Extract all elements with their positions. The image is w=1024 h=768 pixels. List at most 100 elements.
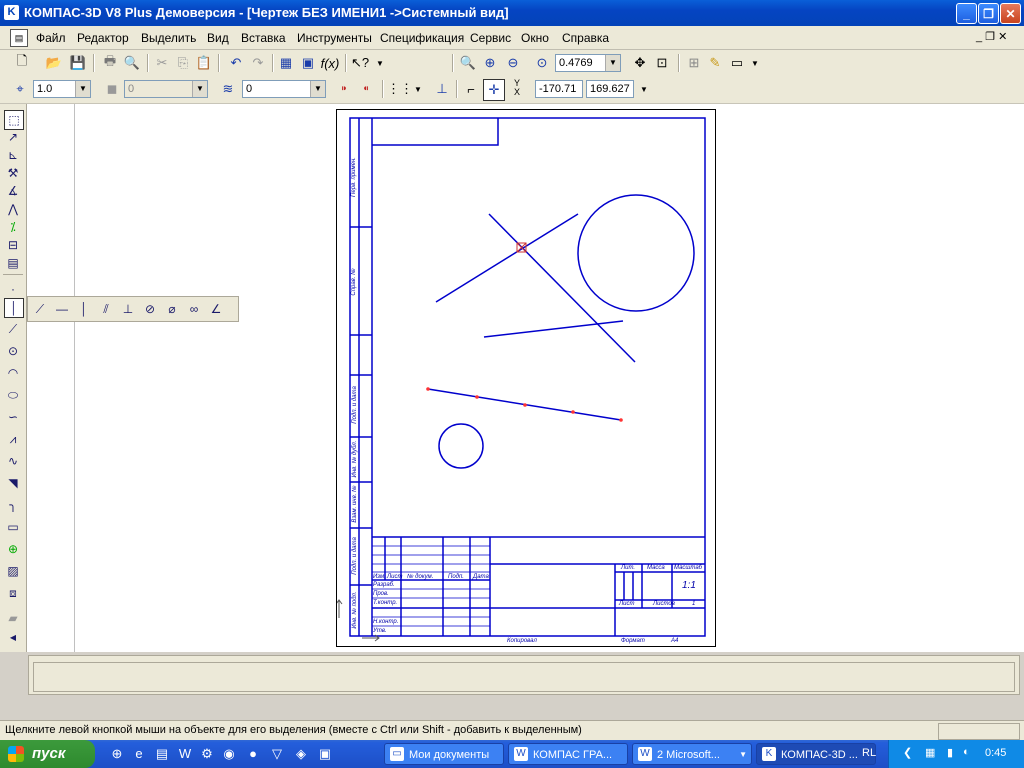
menu-specification[interactable]: Спецификация xyxy=(380,31,464,45)
bezier-tool-icon[interactable]: ∿ xyxy=(4,452,22,470)
tray-network-icon[interactable]: ▦ xyxy=(925,746,935,759)
chevron-down-icon[interactable]: ▼ xyxy=(75,81,90,97)
save-icon[interactable]: 💾 xyxy=(68,53,88,73)
task-kompas-3d[interactable]: K КОМПАС-3D ... xyxy=(756,743,876,765)
menu-edit[interactable]: Редактор xyxy=(77,31,129,45)
designations-panel-icon[interactable]: ⊾ xyxy=(4,146,22,164)
menu-insert[interactable]: Вставка xyxy=(241,31,286,45)
redo-icon[interactable]: ↷ xyxy=(248,53,268,73)
rectangle-tool-icon[interactable]: ▭ xyxy=(4,518,22,536)
zoom-in-icon[interactable]: ⊕ xyxy=(480,53,500,73)
step-combo[interactable]: 1.0 ▼ xyxy=(33,80,91,98)
aux-tangent-two-curves-icon[interactable]: ⌀ xyxy=(162,300,182,318)
aux-perpendicular-line-icon[interactable]: ⊥ xyxy=(118,300,138,318)
properties-panel-content[interactable] xyxy=(33,662,1015,692)
drawing-sheet[interactable]: Перв. примен. Справ. № Подп. и дата Инв.… xyxy=(336,109,716,647)
quicklaunch-player-icon[interactable]: ◉ xyxy=(220,745,238,763)
geometry-panel-icon[interactable]: ⬚ xyxy=(4,110,24,130)
start-button[interactable]: пуск xyxy=(0,740,95,768)
contour-tool-icon[interactable]: ⧈ xyxy=(4,584,22,602)
spline-tool-icon[interactable]: ∽ xyxy=(4,408,22,426)
scroll-down-icon[interactable]: ◀ xyxy=(4,629,22,647)
aux-line-two-points-icon[interactable]: ⟋ xyxy=(30,300,50,318)
task-my-documents[interactable]: ▭ Мои документы xyxy=(384,743,504,765)
menu-window[interactable]: Окно xyxy=(521,31,549,45)
local-cs-icon[interactable]: ⊥ xyxy=(432,79,452,99)
fillet-tool-icon[interactable]: ╮ xyxy=(4,496,22,514)
zoom-combo[interactable]: 0.4769 ▼ xyxy=(555,54,621,72)
close-button[interactable]: ✕ xyxy=(1000,3,1021,24)
tray-battery-icon[interactable]: ▮ xyxy=(947,746,953,759)
layers-icon[interactable]: ≋ xyxy=(218,79,238,99)
aux-bisector-icon[interactable]: ∠ xyxy=(206,300,226,318)
cursor-x-field[interactable]: -170.71 xyxy=(535,80,583,98)
menu-tools[interactable]: Инструменты xyxy=(297,31,372,45)
quicklaunch-word-icon[interactable]: W xyxy=(176,745,194,763)
point-tool-icon[interactable]: · xyxy=(4,280,22,298)
minimize-button[interactable]: _ xyxy=(956,3,977,24)
document-window-controls[interactable]: _ ❐ ✕ xyxy=(976,30,1007,43)
parametrization-panel-icon[interactable]: ∡ xyxy=(4,182,22,200)
undo-icon[interactable]: ↶ xyxy=(226,53,246,73)
grid-icon[interactable]: ⋮⋮ xyxy=(387,79,413,99)
print-icon[interactable]: 🖶 xyxy=(100,53,120,73)
help-cursor-icon[interactable]: ↖? xyxy=(350,53,370,73)
local-snap-icon[interactable]: ⁌ xyxy=(356,79,376,99)
quicklaunch-app2-icon[interactable]: ◈ xyxy=(292,745,310,763)
paste-icon[interactable]: 📋 xyxy=(194,53,214,73)
task-microsoft[interactable]: W 2 Microsoft... ▼ xyxy=(632,743,752,765)
pan-icon[interactable]: ✥ xyxy=(630,53,650,73)
quicklaunch-ie-icon[interactable]: e xyxy=(130,745,148,763)
fit-all-icon[interactable]: ⊡ xyxy=(652,53,672,73)
aux-two-tangent-icon[interactable]: ∞ xyxy=(184,300,204,318)
cursor-y-field[interactable]: 169.627 xyxy=(586,80,634,98)
ellipse-tool-icon[interactable]: ⬭ xyxy=(4,386,22,404)
copy-icon[interactable]: ⎘ xyxy=(173,53,193,73)
hatch-tool-icon[interactable]: ✎ xyxy=(705,53,725,73)
zoom-out-icon[interactable]: ⊖ xyxy=(503,53,523,73)
print-preview-icon[interactable]: 🔍 xyxy=(122,53,142,73)
quicklaunch-media-icon[interactable]: ▤ xyxy=(153,745,171,763)
arc-tool-icon[interactable]: ◠ xyxy=(4,364,22,382)
select-panel-icon[interactable]: ⁒ xyxy=(4,218,22,236)
zoom-scale-icon[interactable]: ⊙ xyxy=(532,53,552,73)
menu-view[interactable]: Вид xyxy=(207,31,229,45)
quicklaunch-desktop-icon[interactable]: ⊕ xyxy=(108,745,126,763)
zoom-icon[interactable]: 🔍 xyxy=(458,53,478,73)
properties-icon[interactable]: ⊞ xyxy=(684,53,704,73)
spec-panel-icon[interactable]: ▤ xyxy=(4,254,22,272)
chevron-down-icon[interactable]: ▼ xyxy=(605,55,620,71)
chevron-down-icon[interactable]: ▼ xyxy=(310,81,325,97)
language-indicator[interactable]: RL xyxy=(862,747,876,759)
quicklaunch-app3-icon[interactable]: ▣ xyxy=(316,745,334,763)
title-bar[interactable]: K КОМПАС-3D V8 Plus Демоверсия - [Чертеж… xyxy=(0,0,1024,26)
dimensions-panel-icon[interactable]: ↗ xyxy=(4,128,22,146)
segment-tool-icon[interactable]: ⟋ xyxy=(4,320,22,338)
open-folder-icon[interactable]: 📂 xyxy=(44,53,64,73)
cut-icon[interactable]: ✂ xyxy=(152,53,172,73)
menu-file[interactable]: Файл xyxy=(36,31,66,45)
measure-panel-icon[interactable]: ⋀ xyxy=(4,200,22,218)
polyline-tool-icon[interactable]: ⩘ xyxy=(4,430,22,448)
view-manager-icon[interactable]: ▭ xyxy=(727,53,747,73)
maximize-button[interactable]: ❐ xyxy=(978,3,999,24)
function-icon[interactable]: f(x) xyxy=(320,53,340,73)
ortho-icon[interactable]: ⌐ xyxy=(461,79,481,99)
state-icon[interactable]: ◼ xyxy=(102,79,122,99)
aux-tangent-line-icon[interactable]: ⊘ xyxy=(140,300,160,318)
grid-dropdown-icon[interactable]: ▼ xyxy=(408,79,428,99)
task-kompas-graph[interactable]: W КОМПАС ГРА... xyxy=(508,743,628,765)
macro-tool-icon[interactable]: ⊕ xyxy=(4,540,22,558)
tray-security-icon[interactable]: ◐ xyxy=(963,746,970,758)
chamfer-tool-icon[interactable]: ◥ xyxy=(4,474,22,492)
aux-vertical-line-icon[interactable]: │ xyxy=(74,300,94,318)
new-document-icon[interactable]: 🗋 xyxy=(12,53,32,73)
round-snap-icon[interactable]: ✛ xyxy=(483,79,505,101)
circle-tool-icon[interactable]: ⊙ xyxy=(4,342,22,360)
hatch-tool-icon[interactable]: ▨ xyxy=(4,562,22,580)
library-icon[interactable]: ▣ xyxy=(298,53,318,73)
cursor-step-icon[interactable]: ⌖ xyxy=(10,79,30,99)
manager-icon[interactable]: ▦ xyxy=(276,53,296,73)
menu-select[interactable]: Выделить xyxy=(141,31,196,45)
quicklaunch-tool-icon[interactable]: ⚙ xyxy=(198,745,216,763)
